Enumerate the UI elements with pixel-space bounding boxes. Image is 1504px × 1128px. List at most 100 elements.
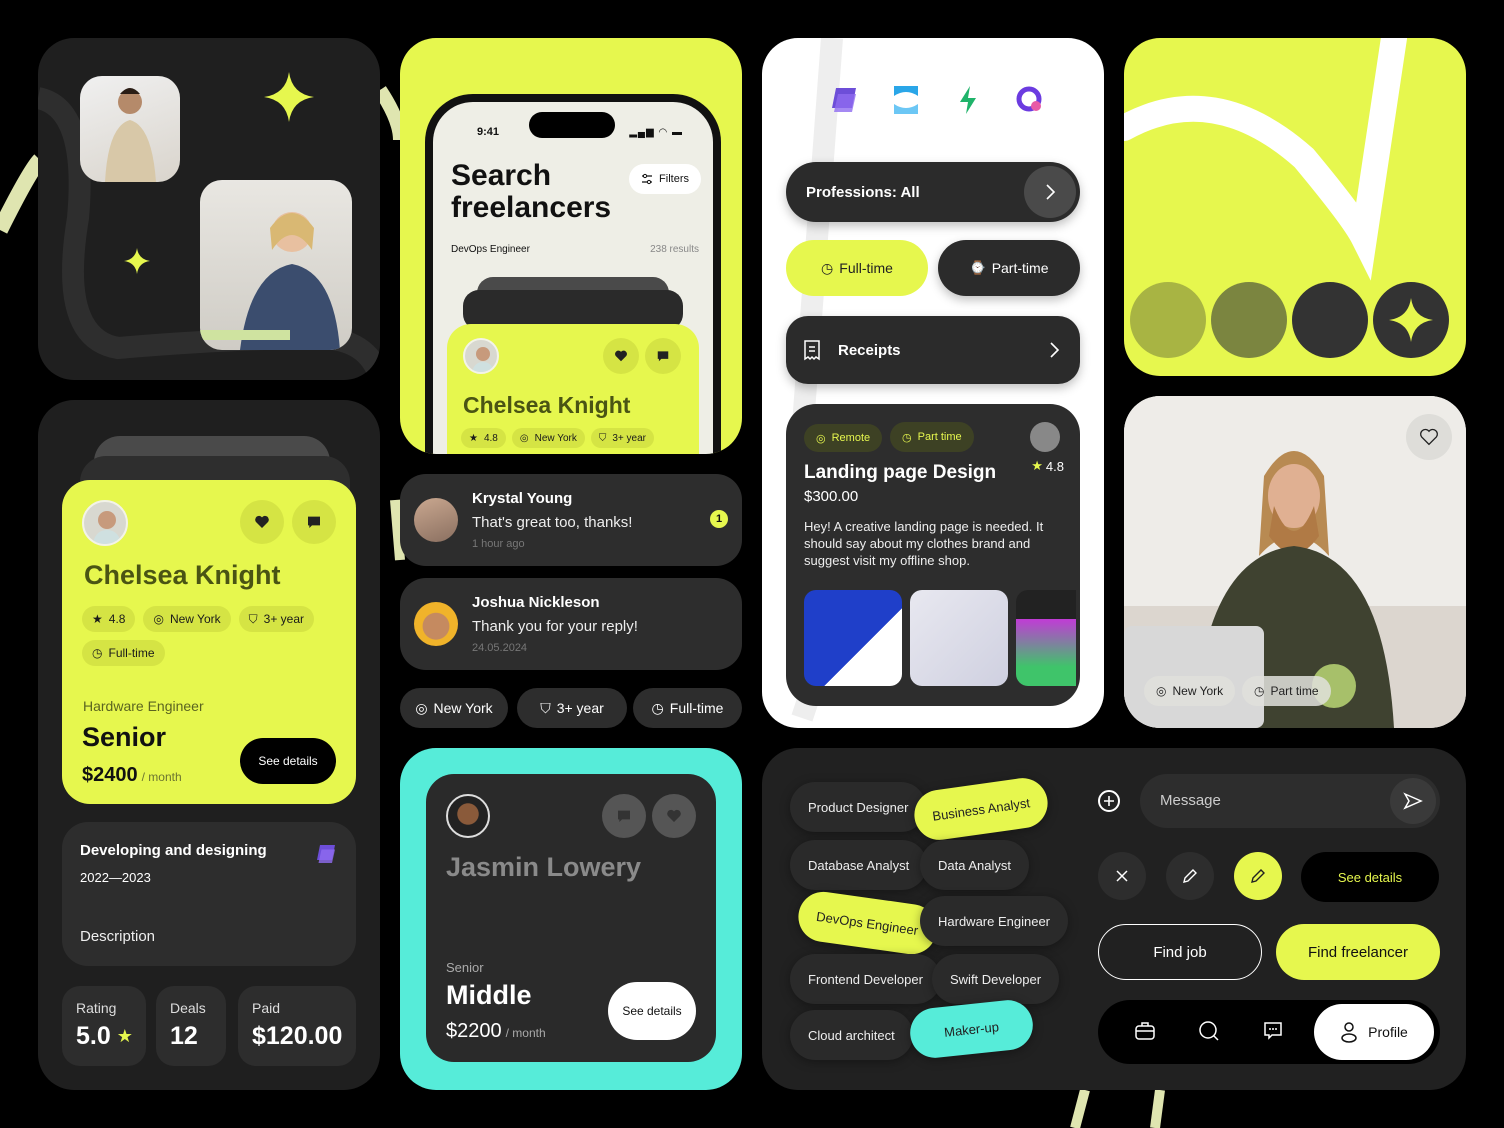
- message-button[interactable]: [292, 500, 336, 544]
- green-bolt-logo-icon: [960, 86, 976, 114]
- chat-bubble-icon: [618, 810, 630, 822]
- see-details-button[interactable]: See details: [608, 982, 696, 1040]
- freelancer-name: Chelsea Knight: [84, 560, 281, 590]
- freelancer-chips: ★ 4.8 ◎ New York ⛉ 3+ year ◷ Full-time: [82, 606, 342, 666]
- profession-tag[interactable]: Frontend Developer: [790, 954, 941, 1004]
- edit-button-active[interactable]: [1234, 852, 1282, 900]
- thumbnail-marketing[interactable]: [1016, 590, 1076, 686]
- results-count: 238 results: [650, 244, 699, 255]
- profile-detail-card: Chelsea Knight ★ 4.8 ◎ New York ⛉ 3+ year ◷…: [38, 400, 380, 1090]
- bottom-nav-bar: Profile: [1098, 1000, 1440, 1064]
- purple-layers-logo-icon: [317, 845, 335, 863]
- profession-tag[interactable]: Swift Developer: [932, 954, 1060, 1004]
- status-icons: ▂▄▆ ◠ ▬: [629, 127, 683, 138]
- pencil-icon: [1183, 869, 1197, 883]
- send-button[interactable]: [1390, 778, 1436, 824]
- description-label: Description: [80, 928, 156, 945]
- profession-tag[interactable]: Data Analyst: [920, 840, 1029, 890]
- experience-card[interactable]: Developing and designing 2022—2023 Descr…: [62, 822, 356, 966]
- heart-icon: [615, 350, 627, 362]
- freelancer-photo-card[interactable]: ◎ New York ◷ Part time: [1124, 396, 1466, 728]
- heart-icon: [667, 809, 681, 822]
- job-card[interactable]: ◎ Remote ◷ Part time ★ 4.8 Landing page Des…: [786, 404, 1080, 706]
- chevron-right-icon[interactable]: [1024, 166, 1076, 218]
- star-icon: ★: [1031, 458, 1043, 473]
- nav-jobs[interactable]: [1134, 1020, 1156, 1042]
- clock-icon: ◷: [92, 646, 103, 660]
- message-button[interactable]: [602, 794, 646, 838]
- nav-search[interactable]: [1198, 1020, 1220, 1042]
- fulltime-toggle[interactable]: ◷ Full-time: [786, 240, 928, 296]
- message-input[interactable]: Message: [1140, 774, 1440, 828]
- location-pin-icon: ◎: [816, 432, 826, 445]
- stat-deals: Deals 12: [156, 986, 226, 1066]
- favorite-button[interactable]: [1406, 414, 1452, 460]
- avatar: [446, 794, 490, 838]
- employment-chip: ◷ Part time: [1242, 676, 1331, 706]
- experience-chip: ⛉ 3+ year: [590, 428, 654, 448]
- professions-filter[interactable]: Professions: All: [786, 162, 1080, 222]
- close-button[interactable]: [1098, 852, 1146, 900]
- favorite-button[interactable]: [603, 338, 639, 374]
- salary: $2400 / month: [82, 764, 182, 786]
- experience-tag[interactable]: ⛉ 3+ year: [517, 688, 627, 728]
- purple-layers-logo-icon: [832, 88, 856, 112]
- experience-years: 2022—2023: [80, 870, 151, 885]
- nav-messages[interactable]: [1262, 1020, 1284, 1042]
- edit-button[interactable]: [1166, 852, 1214, 900]
- job-description: Hey! A creative landing page is needed. …: [804, 519, 1044, 568]
- see-details-button[interactable]: See details: [1301, 852, 1439, 902]
- profession-tag-selected[interactable]: Business Analyst: [911, 774, 1052, 844]
- filters-button[interactable]: Filters: [629, 164, 701, 194]
- find-job-button[interactable]: Find job: [1098, 924, 1262, 980]
- chat-bubble-icon: [657, 351, 669, 362]
- avatar: [82, 500, 128, 546]
- ui-kit-showcase: 9:41 ▂▄▆ ◠ ▬ Search freelancers Filters …: [0, 0, 1504, 1128]
- stat-paid: Paid $120.00: [238, 986, 356, 1066]
- add-button[interactable]: [1098, 790, 1120, 812]
- salary: $2200 / month: [446, 1020, 546, 1042]
- receipts-item[interactable]: Receipts: [786, 316, 1080, 384]
- swatch-sparkle: [1373, 282, 1449, 358]
- avatar: [414, 602, 458, 646]
- location-tag[interactable]: ◎ New York: [400, 688, 508, 728]
- favorite-button[interactable]: [652, 794, 696, 838]
- stat-rating: Rating 5.0 ★: [62, 986, 146, 1066]
- components-card: Product Designer Business Analyst Databa…: [762, 748, 1466, 1090]
- graduation-cap-icon: ⛉: [540, 699, 551, 716]
- clock-icon: ◷: [651, 699, 664, 716]
- parttime-toggle[interactable]: ⌚ Part-time: [938, 240, 1080, 296]
- parttime-tag: ◷ Part time: [890, 422, 974, 452]
- remote-tag: ◎ Remote: [804, 424, 883, 452]
- profession-tag-selected[interactable]: DevOps Engineer: [795, 888, 940, 958]
- location-pin-icon: ◎: [519, 432, 529, 444]
- job-thumbnails: [804, 590, 1076, 686]
- find-freelancer-button[interactable]: Find freelancer: [1276, 924, 1440, 980]
- profession-tag[interactable]: Cloud architect: [790, 1010, 913, 1060]
- phone-frame: 9:41 ▂▄▆ ◠ ▬ Search freelancers Filters …: [425, 94, 721, 454]
- plus-icon: [1104, 796, 1114, 806]
- profession-tag[interactable]: Hardware Engineer: [920, 896, 1069, 946]
- thumbnail-branding[interactable]: [804, 590, 902, 686]
- see-details-button[interactable]: See details: [240, 738, 336, 784]
- chat-item[interactable]: Joshua Nickleson Thank you for your repl…: [400, 578, 742, 670]
- freelancer-card[interactable]: Chelsea Knight ★ 4.8 ◎ New York ⛉ 3+ year: [447, 324, 699, 454]
- favorite-button[interactable]: [240, 500, 284, 544]
- graduation-cap-icon: ⛉: [598, 432, 607, 444]
- profession-tag[interactable]: Product Designer: [790, 782, 927, 832]
- freelancer-card[interactable]: Jasmin Lowery Senior Middle $2200 / mont…: [426, 774, 716, 1062]
- chat-item[interactable]: Krystal Young That's great too, thanks! …: [400, 474, 742, 566]
- message-button[interactable]: [645, 338, 681, 374]
- nav-profile[interactable]: Profile: [1314, 1004, 1434, 1060]
- job-title: Landing page Design: [804, 462, 997, 483]
- employment-tag[interactable]: ◷ Full-time: [633, 688, 742, 728]
- swatch-olive-light: [1130, 282, 1206, 358]
- search-icon: [1199, 1021, 1219, 1041]
- user-icon: [1341, 1022, 1357, 1043]
- sparkle-icon: [1389, 298, 1433, 342]
- profession-tag-selected[interactable]: Maker-up: [907, 997, 1036, 1061]
- profession-tag[interactable]: Database Analyst: [790, 840, 928, 890]
- send-icon: [1403, 792, 1423, 810]
- freelancer-card[interactable]: Chelsea Knight ★ 4.8 ◎ New York ⛉ 3+ year ◷…: [62, 480, 356, 804]
- thumbnail-finance-app[interactable]: [910, 590, 1008, 686]
